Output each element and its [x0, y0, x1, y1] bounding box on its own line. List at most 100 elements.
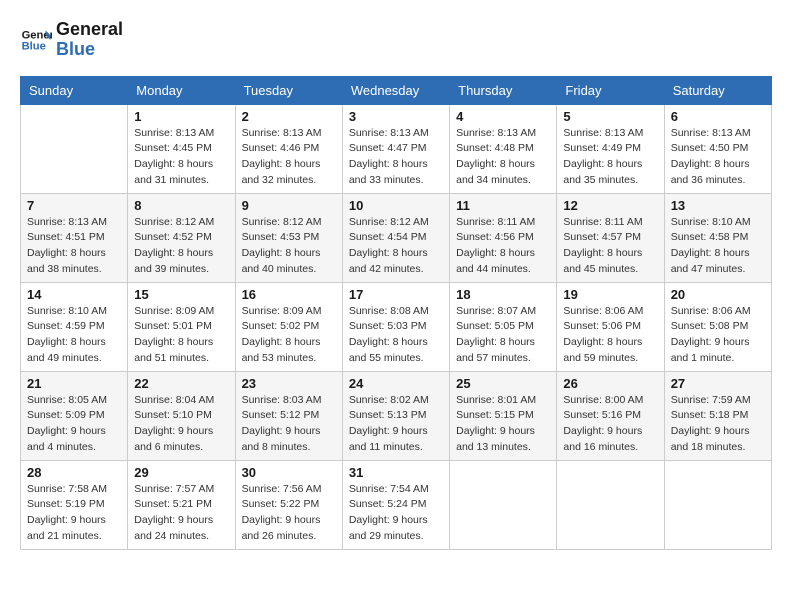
calendar-cell: 26 Sunrise: 8:00 AMSunset: 5:16 PMDayligh…: [557, 371, 664, 460]
calendar-cell: 10 Sunrise: 8:12 AMSunset: 4:54 PMDayligh…: [342, 193, 449, 282]
day-number: 26: [563, 376, 657, 391]
day-number: 4: [456, 109, 550, 124]
day-number: 30: [242, 465, 336, 480]
day-info: Sunrise: 8:13 AMSunset: 4:50 PMDaylight:…: [671, 126, 765, 189]
calendar-cell: 1Sunrise: 8:13 AMSunset: 4:45 PMDaylight…: [128, 104, 235, 193]
day-info: Sunrise: 8:06 AMSunset: 5:08 PMDaylight:…: [671, 304, 765, 367]
day-info: Sunrise: 8:13 AMSunset: 4:48 PMDaylight:…: [456, 126, 550, 189]
calendar-cell: 15Sunrise: 8:09 AMSunset: 5:01 PMDayligh…: [128, 282, 235, 371]
calendar-cell: 20 Sunrise: 8:06 AMSunset: 5:08 PMDayligh…: [664, 282, 771, 371]
calendar-cell: 3 Sunrise: 8:13 AMSunset: 4:47 PMDaylight…: [342, 104, 449, 193]
calendar-table: SundayMondayTuesdayWednesdayThursdayFrid…: [20, 76, 772, 550]
page-header: General Blue General Blue: [20, 20, 772, 60]
logo: General Blue General Blue: [20, 20, 123, 60]
calendar-cell: 23 Sunrise: 8:03 AMSunset: 5:12 PMDayligh…: [235, 371, 342, 460]
day-info: Sunrise: 8:06 AMSunset: 5:06 PMDaylight:…: [563, 304, 657, 367]
day-info: Sunrise: 8:05 AMSunset: 5:09 PMDaylight:…: [27, 393, 121, 456]
calendar-cell: 4 Sunrise: 8:13 AMSunset: 4:48 PMDaylight…: [450, 104, 557, 193]
day-info: Sunrise: 8:07 AMSunset: 5:05 PMDaylight:…: [456, 304, 550, 367]
day-number: 24: [349, 376, 443, 391]
calendar-cell: 17 Sunrise: 8:08 AMSunset: 5:03 PMDayligh…: [342, 282, 449, 371]
calendar-cell: 22 Sunrise: 8:04 AMSunset: 5:10 PMDayligh…: [128, 371, 235, 460]
day-info: Sunrise: 7:56 AMSunset: 5:22 PMDaylight:…: [242, 482, 336, 545]
day-number: 18: [456, 287, 550, 302]
day-info: Sunrise: 8:10 AMSunset: 4:59 PMDaylight:…: [27, 304, 121, 367]
weekday-header-thursday: Thursday: [450, 76, 557, 104]
day-info: Sunrise: 8:02 AMSunset: 5:13 PMDaylight:…: [349, 393, 443, 456]
calendar-cell: [557, 460, 664, 549]
calendar-cell: [21, 104, 128, 193]
weekday-header-monday: Monday: [128, 76, 235, 104]
calendar-header-row: SundayMondayTuesdayWednesdayThursdayFrid…: [21, 76, 772, 104]
calendar-week-row: 1Sunrise: 8:13 AMSunset: 4:45 PMDaylight…: [21, 104, 772, 193]
day-number: 15: [134, 287, 228, 302]
day-number: 6: [671, 109, 765, 124]
day-number: 31: [349, 465, 443, 480]
logo-icon: General Blue: [20, 24, 52, 56]
calendar-cell: 30 Sunrise: 7:56 AMSunset: 5:22 PMDayligh…: [235, 460, 342, 549]
day-info: Sunrise: 8:09 AMSunset: 5:02 PMDaylight:…: [242, 304, 336, 367]
day-info: Sunrise: 8:13 AMSunset: 4:46 PMDaylight:…: [242, 126, 336, 189]
day-info: Sunrise: 8:03 AMSunset: 5:12 PMDaylight:…: [242, 393, 336, 456]
calendar-cell: 11 Sunrise: 8:11 AMSunset: 4:56 PMDayligh…: [450, 193, 557, 282]
day-info: Sunrise: 8:11 AMSunset: 4:57 PMDaylight:…: [563, 215, 657, 278]
calendar-cell: [450, 460, 557, 549]
calendar-cell: 25 Sunrise: 8:01 AMSunset: 5:15 PMDayligh…: [450, 371, 557, 460]
calendar-cell: 8 Sunrise: 8:12 AMSunset: 4:52 PMDaylight…: [128, 193, 235, 282]
calendar-cell: 16Sunrise: 8:09 AMSunset: 5:02 PMDayligh…: [235, 282, 342, 371]
day-info: Sunrise: 8:01 AMSunset: 5:15 PMDaylight:…: [456, 393, 550, 456]
day-info: Sunrise: 8:13 AMSunset: 4:49 PMDaylight:…: [563, 126, 657, 189]
day-number: 10: [349, 198, 443, 213]
day-info: Sunrise: 8:13 AMSunset: 4:45 PMDaylight:…: [134, 126, 228, 189]
day-number: 19: [563, 287, 657, 302]
calendar-week-row: 21Sunrise: 8:05 AMSunset: 5:09 PMDayligh…: [21, 371, 772, 460]
day-number: 7: [27, 198, 121, 213]
day-info: Sunrise: 8:12 AMSunset: 4:54 PMDaylight:…: [349, 215, 443, 278]
day-number: 25: [456, 376, 550, 391]
calendar-cell: 5 Sunrise: 8:13 AMSunset: 4:49 PMDaylight…: [557, 104, 664, 193]
calendar-cell: 7 Sunrise: 8:13 AMSunset: 4:51 PMDaylight…: [21, 193, 128, 282]
logo-general: General: [56, 20, 123, 40]
day-info: Sunrise: 8:12 AMSunset: 4:52 PMDaylight:…: [134, 215, 228, 278]
day-info: Sunrise: 7:59 AMSunset: 5:18 PMDaylight:…: [671, 393, 765, 456]
day-info: Sunrise: 8:11 AMSunset: 4:56 PMDaylight:…: [456, 215, 550, 278]
day-number: 22: [134, 376, 228, 391]
day-info: Sunrise: 7:58 AMSunset: 5:19 PMDaylight:…: [27, 482, 121, 545]
calendar-cell: 6 Sunrise: 8:13 AMSunset: 4:50 PMDaylight…: [664, 104, 771, 193]
day-number: 27: [671, 376, 765, 391]
calendar-cell: 2Sunrise: 8:13 AMSunset: 4:46 PMDaylight…: [235, 104, 342, 193]
weekday-header-tuesday: Tuesday: [235, 76, 342, 104]
calendar-cell: 31Sunrise: 7:54 AMSunset: 5:24 PMDayligh…: [342, 460, 449, 549]
day-number: 11: [456, 198, 550, 213]
day-number: 20: [671, 287, 765, 302]
day-info: Sunrise: 8:13 AMSunset: 4:47 PMDaylight:…: [349, 126, 443, 189]
calendar-cell: 9Sunrise: 8:12 AMSunset: 4:53 PMDaylight…: [235, 193, 342, 282]
weekday-header-wednesday: Wednesday: [342, 76, 449, 104]
day-number: 14: [27, 287, 121, 302]
logo-blue: Blue: [56, 40, 123, 60]
day-info: Sunrise: 8:00 AMSunset: 5:16 PMDaylight:…: [563, 393, 657, 456]
day-info: Sunrise: 8:13 AMSunset: 4:51 PMDaylight:…: [27, 215, 121, 278]
day-number: 12: [563, 198, 657, 213]
day-number: 23: [242, 376, 336, 391]
calendar-cell: [664, 460, 771, 549]
day-info: Sunrise: 7:57 AMSunset: 5:21 PMDaylight:…: [134, 482, 228, 545]
day-number: 28: [27, 465, 121, 480]
calendar-cell: 24 Sunrise: 8:02 AMSunset: 5:13 PMDayligh…: [342, 371, 449, 460]
calendar-cell: 12 Sunrise: 8:11 AMSunset: 4:57 PMDayligh…: [557, 193, 664, 282]
day-info: Sunrise: 8:04 AMSunset: 5:10 PMDaylight:…: [134, 393, 228, 456]
calendar-cell: 19 Sunrise: 8:06 AMSunset: 5:06 PMDayligh…: [557, 282, 664, 371]
day-number: 17: [349, 287, 443, 302]
weekday-header-sunday: Sunday: [21, 76, 128, 104]
day-info: Sunrise: 8:08 AMSunset: 5:03 PMDaylight:…: [349, 304, 443, 367]
day-number: 8: [134, 198, 228, 213]
day-number: 13: [671, 198, 765, 213]
weekday-header-friday: Friday: [557, 76, 664, 104]
day-number: 5: [563, 109, 657, 124]
day-number: 29: [134, 465, 228, 480]
day-info: Sunrise: 8:12 AMSunset: 4:53 PMDaylight:…: [242, 215, 336, 278]
calendar-cell: 27 Sunrise: 7:59 AMSunset: 5:18 PMDayligh…: [664, 371, 771, 460]
calendar-body: 1Sunrise: 8:13 AMSunset: 4:45 PMDaylight…: [21, 104, 772, 549]
day-number: 3: [349, 109, 443, 124]
calendar-cell: 14 Sunrise: 8:10 AMSunset: 4:59 PMDayligh…: [21, 282, 128, 371]
